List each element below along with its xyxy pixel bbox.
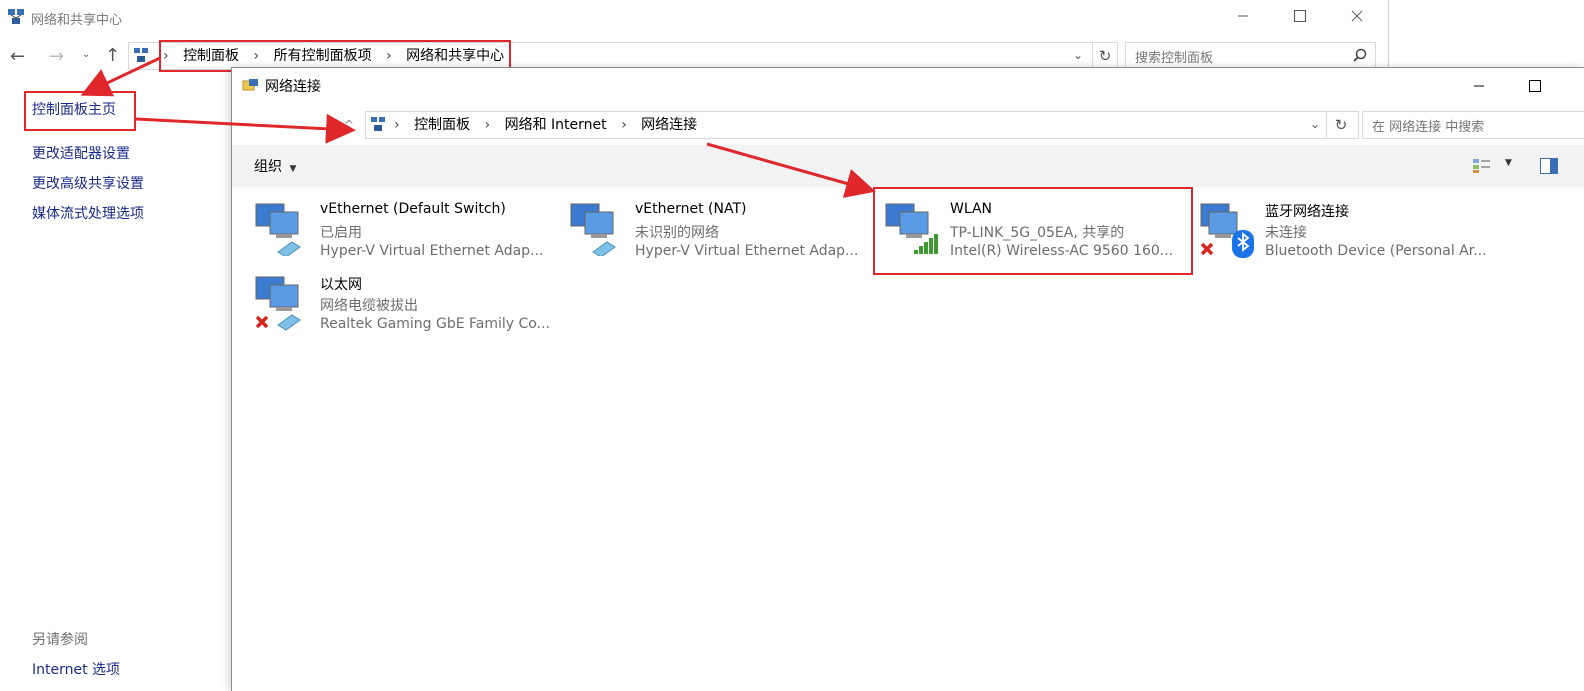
up-arrow-icon[interactable]: ↑ — [105, 45, 120, 66]
forward-arrow-icon[interactable]: → — [49, 46, 64, 67]
breadcrumb-item[interactable]: 网络和 Internet — [505, 116, 607, 134]
connection-item[interactable]: 蓝牙网络连接 未连接 Bluetooth Device (Personal Ar… — [1199, 199, 1499, 263]
close-icon — [1351, 7, 1363, 26]
ethernet-adapter-icon — [569, 200, 623, 260]
connection-status: 已启用 — [320, 225, 362, 241]
connection-device: Hyper-V Virtual Ethernet Adap... — [635, 243, 859, 259]
refresh-button[interactable]: ↻ — [1092, 42, 1117, 70]
breadcrumb-item[interactable]: 网络连接 — [641, 116, 697, 134]
connection-item[interactable]: vEthernet (Default Switch) 已启用 Hyper-V V… — [254, 199, 564, 263]
maximize-icon — [1294, 7, 1306, 26]
bluetooth-icon — [1199, 200, 1257, 262]
close-button[interactable] — [1334, 0, 1380, 32]
connection-item[interactable]: vEthernet (NAT) 未识别的网络 Hyper-V Virtual E… — [569, 199, 879, 263]
connection-status: 未识别的网络 — [635, 225, 719, 241]
organize-label: 组织 — [254, 159, 282, 175]
breadcrumb-item[interactable]: 控制面板 — [414, 116, 470, 134]
command-bar: 组织 ▼ ▼ — [232, 145, 1584, 187]
minimize-button[interactable] — [1456, 70, 1502, 102]
ethernet-adapter-icon — [254, 200, 308, 260]
refresh-button[interactable]: ↻ — [1326, 112, 1355, 138]
connection-status: 网络电缆被拔出 — [320, 298, 418, 314]
view-options-icon[interactable] — [1472, 158, 1492, 178]
window-title: 网络连接 — [265, 79, 321, 95]
address-bar[interactable]: › 控制面板 › 所有控制面板项 › 网络和共享中心 ⌄ — [128, 40, 1118, 72]
control-panel-home-link[interactable]: 控制面板主页 — [32, 99, 116, 119]
connection-name: vEthernet (Default Switch) — [320, 201, 506, 217]
address-dropdown-icon[interactable]: ⌄ — [1310, 117, 1320, 131]
connection-name: vEthernet (NAT) — [635, 201, 747, 217]
breadcrumb: › 控制面板 › 所有控制面板项 › 网络和共享中心 — [163, 47, 505, 65]
connection-status: TP-LINK_5G_05EA, 共享的 — [950, 225, 1125, 241]
connection-device: Intel(R) Wireless-AC 9560 160... — [950, 243, 1174, 259]
connection-device: Hyper-V Virtual Ethernet Adap... — [320, 243, 544, 259]
window-title: 网络和共享中心 — [31, 13, 123, 28]
change-adapter-settings-link[interactable]: 更改适配器设置 — [32, 143, 130, 163]
back-arrow-icon[interactable]: ← — [10, 46, 25, 67]
connection-name: WLAN — [950, 201, 993, 217]
ethernet-disconnected-icon — [254, 273, 308, 335]
connection-device: Realtek Gaming GbE Family Co... — [320, 316, 550, 332]
connection-name: 蓝牙网络连接 — [1265, 204, 1349, 220]
search-placeholder: 搜索控制面板 — [1135, 51, 1214, 66]
maximize-button[interactable] — [1277, 0, 1323, 32]
search-box[interactable]: 搜索控制面板 — [1125, 42, 1376, 70]
up-arrow-icon[interactable]: ^ — [344, 118, 354, 132]
minimize-icon — [1237, 7, 1249, 26]
network-connections-window: 网络连接 ^ › 控制面板 › 网络和 Internet › 网络连接 ⌄ ↻ … — [231, 67, 1584, 691]
refresh-icon: ↻ — [1334, 116, 1348, 134]
address-dropdown-icon[interactable]: ⌄ — [1073, 48, 1083, 62]
breadcrumb-item[interactable]: 所有控制面板项 — [274, 47, 372, 65]
media-streaming-options-link[interactable]: 媒体流式处理选项 — [32, 203, 144, 223]
network-center-app-icon — [7, 8, 25, 30]
connection-item-wlan[interactable]: WLAN TP-LINK_5G_05EA, 共享的 Intel(R) Wirel… — [884, 199, 1184, 263]
minimize-button[interactable] — [1220, 0, 1266, 32]
connection-device: Bluetooth Device (Personal Ar... — [1265, 243, 1487, 259]
maximize-icon — [1529, 77, 1541, 96]
organize-menu[interactable]: 组织 ▼ — [254, 158, 296, 178]
search-box[interactable]: 在 网络连接 中搜索 — [1362, 111, 1584, 139]
control-panel-icon — [370, 116, 386, 136]
advanced-sharing-settings-link[interactable]: 更改高级共享设置 — [32, 173, 144, 193]
breadcrumb-item[interactable]: 控制面板 — [183, 47, 239, 65]
minimize-icon — [1473, 77, 1485, 96]
maximize-button[interactable] — [1512, 70, 1558, 102]
breadcrumb: › 控制面板 › 网络和 Internet › 网络连接 — [394, 116, 698, 134]
dropdown-arrow-icon: ▼ — [289, 164, 297, 174]
internet-options-link[interactable]: Internet 选项 — [32, 659, 120, 679]
breadcrumb-item[interactable]: 网络和共享中心 — [406, 47, 504, 65]
network-connections-app-icon — [242, 78, 260, 100]
connection-status: 未连接 — [1265, 225, 1307, 241]
recent-dropdown-icon[interactable]: ⌄ — [82, 49, 90, 60]
see-also-heading: 另请参阅 — [32, 632, 88, 648]
refresh-icon: ↻ — [1098, 47, 1112, 65]
connection-name: 以太网 — [320, 277, 362, 293]
address-bar[interactable]: › 控制面板 › 网络和 Internet › 网络连接 ⌄ — [365, 111, 1359, 139]
preview-pane-icon[interactable] — [1540, 158, 1558, 178]
view-dropdown-icon[interactable]: ▼ — [1505, 158, 1512, 168]
control-panel-icon — [133, 47, 149, 67]
wifi-signal-icon — [884, 200, 942, 260]
search-icon — [1353, 47, 1367, 66]
search-placeholder: 在 网络连接 中搜索 — [1372, 120, 1485, 135]
connection-item[interactable]: 以太网 网络电缆被拔出 Realtek Gaming GbE Family Co… — [254, 272, 564, 336]
